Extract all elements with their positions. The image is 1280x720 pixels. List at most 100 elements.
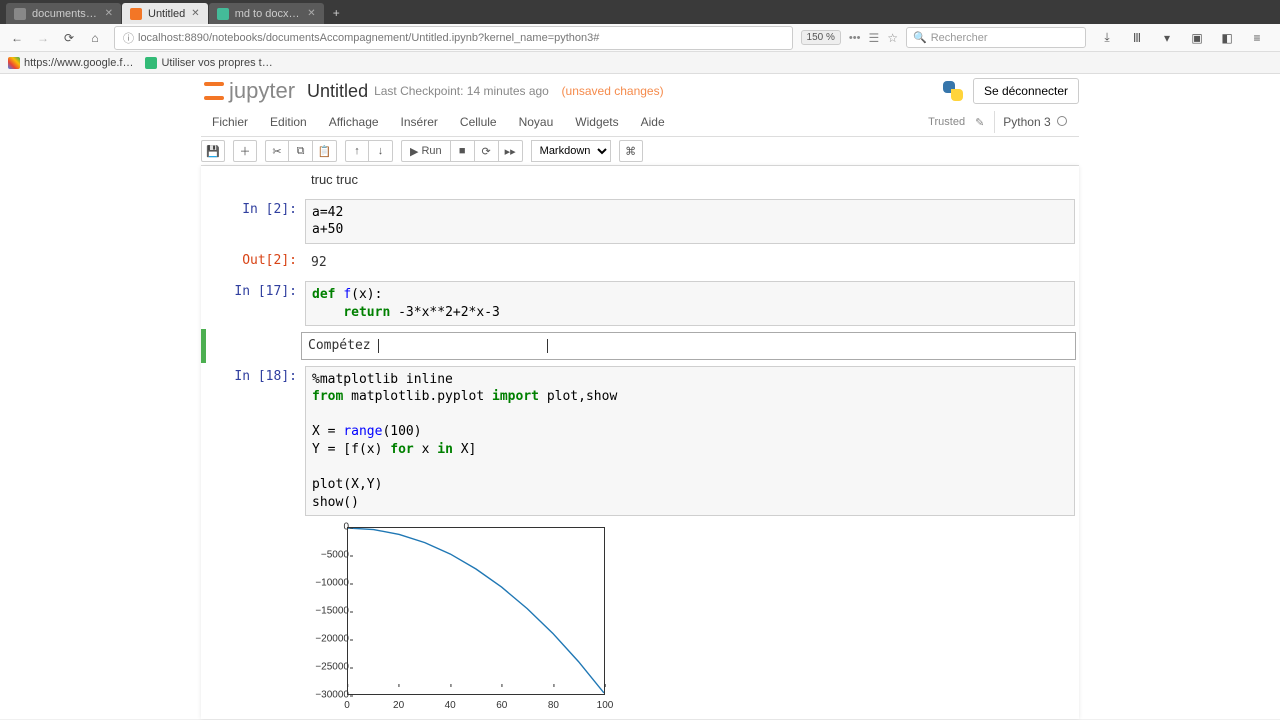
- tab-label: Untitled: [148, 8, 185, 20]
- ellipsis-icon[interactable]: •••: [845, 32, 865, 44]
- markdown-input[interactable]: Compétez: [301, 332, 1076, 360]
- checkpoint-text: Last Checkpoint: 14 minutes ago: [374, 84, 549, 98]
- markdown-editing-text: Compétez: [308, 338, 378, 353]
- sidebar-icon[interactable]: ◧: [1216, 27, 1238, 49]
- cell-prompt: [205, 332, 301, 360]
- url-input[interactable]: ⓘ localhost:8890/notebooks/documentsAcco…: [114, 26, 793, 50]
- bookmark-favicon: [8, 57, 20, 69]
- info-icon: ⓘ: [123, 30, 134, 46]
- jupyter-logo-icon: [201, 78, 227, 104]
- menu-bar: Fichier Edition Affichage Insérer Cellul…: [201, 108, 1079, 137]
- zoom-indicator[interactable]: 150 %: [801, 30, 841, 45]
- code-input[interactable]: a=42 a+50: [305, 199, 1075, 244]
- reader-icon[interactable]: ☰: [868, 31, 879, 45]
- menu-icon[interactable]: ≡: [1246, 27, 1268, 49]
- browser-tab[interactable]: documentsAccompagn ✕: [6, 3, 121, 24]
- add-cell-button[interactable]: ＋: [233, 140, 257, 162]
- code-cell[interactable]: In [17]: def f(x): return -3*x**2+2*x-3: [201, 278, 1079, 329]
- jupyter-logo-text: jupyter: [229, 78, 295, 104]
- code-cell[interactable]: In [2]: a=42 a+50: [201, 196, 1079, 247]
- browser-tab[interactable]: md to docx - CloudCon ✕: [209, 3, 324, 24]
- toolbar: 💾 ＋ ✂ ⧉ 📋 ↑ ↓ ▶ Run ■ ⟳ ▸▸ Markdown ⌘: [201, 137, 1079, 166]
- menu-help[interactable]: Aide: [630, 108, 676, 136]
- download-icon[interactable]: ⤓: [1096, 27, 1118, 49]
- menu-insert[interactable]: Insérer: [390, 108, 449, 136]
- restart-run-all-button[interactable]: ▸▸: [499, 140, 523, 162]
- tab-label: documentsAccompagn: [32, 8, 99, 20]
- bookmark-item[interactable]: Utiliser vos propres t…: [145, 57, 272, 69]
- nav-home-icon[interactable]: ⌂: [84, 27, 106, 49]
- search-placeholder: Rechercher: [931, 32, 988, 44]
- python-logo-icon: [941, 79, 965, 103]
- unsaved-indicator: (unsaved changes): [555, 84, 664, 98]
- menu-widgets[interactable]: Widgets: [564, 108, 629, 136]
- jupyter-logo[interactable]: jupyter: [201, 78, 295, 104]
- code-input[interactable]: def f(x): return -3*x**2+2*x-3: [305, 281, 1075, 326]
- nav-back-icon[interactable]: ←: [6, 27, 28, 49]
- markdown-text: truc truc: [305, 171, 1075, 193]
- cut-button[interactable]: ✂: [265, 140, 289, 162]
- move-down-button[interactable]: ↓: [369, 140, 393, 162]
- cell-prompt-out: Out[2]:: [205, 250, 305, 276]
- search-icon: 🔍: [913, 31, 927, 44]
- tab-close-icon[interactable]: ✕: [105, 8, 113, 19]
- browser-tab-active[interactable]: Untitled ✕: [122, 3, 208, 24]
- bookmark-favicon: [145, 57, 157, 69]
- code-input[interactable]: %matplotlib inline from matplotlib.pyplo…: [305, 366, 1075, 516]
- bookmark-label: https://www.google.f…: [24, 57, 133, 69]
- screenshot-icon[interactable]: ▣: [1186, 27, 1208, 49]
- star-icon[interactable]: ☆: [883, 31, 902, 45]
- cell-type-select[interactable]: Markdown: [531, 140, 611, 162]
- kernel-status-icon: [1057, 116, 1067, 126]
- nav-forward-icon[interactable]: →: [32, 27, 54, 49]
- library-icon[interactable]: Ⅲ: [1126, 27, 1148, 49]
- tab-favicon: [130, 8, 142, 20]
- kernel-indicator[interactable]: Python 3: [994, 111, 1075, 133]
- menu-view[interactable]: Affichage: [318, 108, 390, 136]
- cell-prompt: [205, 171, 305, 193]
- pocket-icon[interactable]: ▾: [1156, 27, 1178, 49]
- browser-search-input[interactable]: 🔍 Rechercher: [906, 27, 1086, 48]
- pencil-icon[interactable]: ✎: [971, 116, 988, 129]
- tab-favicon: [14, 8, 26, 20]
- tab-close-icon[interactable]: ✕: [307, 8, 315, 19]
- new-tab-button[interactable]: +: [325, 2, 348, 24]
- restart-kernel-button[interactable]: ⟳: [475, 140, 499, 162]
- cell-prompt-in: In [18]:: [205, 366, 305, 516]
- trusted-indicator[interactable]: Trusted: [928, 116, 965, 128]
- url-text: localhost:8890/notebooks/documentsAccomp…: [138, 32, 599, 44]
- menu-cell[interactable]: Cellule: [449, 108, 508, 136]
- browser-address-bar: ← → ⟳ ⌂ ⓘ localhost:8890/notebooks/docum…: [0, 24, 1280, 52]
- output-text: 92: [305, 250, 1075, 276]
- menu-kernel[interactable]: Noyau: [508, 108, 565, 136]
- paste-button[interactable]: 📋: [313, 140, 337, 162]
- menu-edit[interactable]: Edition: [259, 108, 318, 136]
- plot-output: 0−5000−10000−15000−20000−25000−300000204…: [301, 521, 1079, 711]
- nav-reload-icon[interactable]: ⟳: [58, 27, 80, 49]
- markdown-output: truc truc: [201, 168, 1079, 196]
- tab-favicon: [217, 8, 229, 20]
- move-up-button[interactable]: ↑: [345, 140, 369, 162]
- bookmark-bar: https://www.google.f… Utiliser vos propr…: [0, 52, 1280, 74]
- notebook-cells: truc truc In [2]: a=42 a+50 Out[2]: 92 I…: [201, 166, 1079, 719]
- cell-prompt-in: In [2]:: [205, 199, 305, 244]
- copy-button[interactable]: ⧉: [289, 140, 313, 162]
- notebook-title[interactable]: Untitled: [307, 81, 368, 102]
- text-cursor-secondary: [547, 339, 548, 353]
- bookmark-label: Utiliser vos propres t…: [161, 57, 272, 69]
- notebook-page: jupyter Untitled Last Checkpoint: 14 min…: [0, 74, 1280, 719]
- cell-prompt-in: In [17]:: [205, 281, 305, 326]
- save-button[interactable]: 💾: [201, 140, 225, 162]
- notebook-header: jupyter Untitled Last Checkpoint: 14 min…: [201, 74, 1079, 108]
- markdown-cell-editing[interactable]: Compétez: [201, 329, 1079, 363]
- text-caret: [378, 339, 379, 353]
- tab-close-icon[interactable]: ✕: [191, 8, 199, 19]
- run-button[interactable]: ▶ Run: [401, 140, 451, 162]
- bookmark-item[interactable]: https://www.google.f…: [8, 57, 133, 69]
- logout-button[interactable]: Se déconnecter: [973, 78, 1079, 104]
- code-cell[interactable]: In [18]: %matplotlib inline from matplot…: [201, 363, 1079, 519]
- output-cell: Out[2]: 92: [201, 247, 1079, 279]
- stop-button[interactable]: ■: [451, 140, 475, 162]
- command-palette-button[interactable]: ⌘: [619, 140, 643, 162]
- menu-file[interactable]: Fichier: [201, 108, 259, 136]
